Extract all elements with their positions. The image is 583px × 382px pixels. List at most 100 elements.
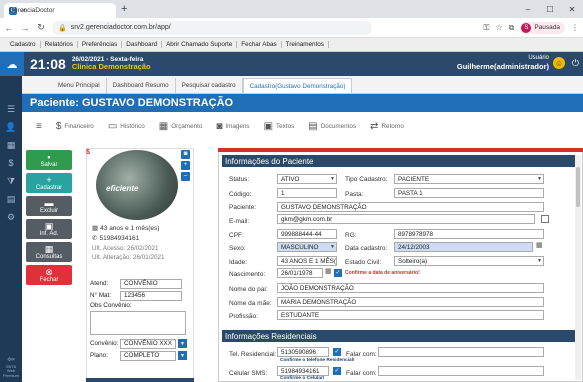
delete-button[interactable]: ▬ Excluir <box>26 196 72 216</box>
sidebar-user-icon[interactable]: 👤 <box>0 118 22 136</box>
user-name[interactable]: Guilherme(administrador) <box>457 62 549 71</box>
new-tab-button[interactable]: + <box>121 3 127 15</box>
sidebar-chart-icon[interactable]: ▤ <box>0 190 22 208</box>
sex-dropdown-icon[interactable]: ▼ <box>330 244 335 250</box>
browser-tab[interactable]: G GerenciaDoctor ✕ <box>4 3 116 18</box>
tab-menu-principal[interactable]: Menu Principal <box>52 78 107 93</box>
maximize-icon[interactable]: ☐ <box>539 0 561 18</box>
toolbar-retorno[interactable]: ⇄ Retorno <box>370 121 404 132</box>
window-controls: – ☐ ✕ <box>517 0 583 18</box>
birth-confirm-checkbox[interactable]: ✓ <box>334 269 342 277</box>
tab-cadastro-paciente[interactable]: Cadastro(Gustavo Demonstração) <box>242 78 353 93</box>
talk2-input[interactable] <box>378 366 544 376</box>
action-buttons: ▪ Salvar + Cadastrar ▬ Excluir ▣ Inf. Ad. ▦ C… <box>24 150 82 288</box>
forward-icon[interactable]: → <box>20 23 30 33</box>
menu-treinamentos[interactable]: Treinamentos <box>282 41 329 48</box>
camera-icon: ◙ <box>216 120 223 132</box>
sidebar-finance-icon[interactable]: $ <box>0 154 22 172</box>
age-input[interactable]: 43 ANOS E 1 MÊS(ES) <box>277 256 337 266</box>
new-button[interactable]: + Cadastrar <box>26 173 72 193</box>
mother-input[interactable]: MARIA DEMONSTRAÇÃO <box>277 297 544 307</box>
menu-cadastro[interactable]: Cadastro <box>6 41 41 48</box>
sex-select[interactable]: MASCULINO <box>277 242 337 252</box>
folder-input[interactable]: PASTA 1 <box>394 188 544 198</box>
cpf-input[interactable]: 999888444-44 <box>277 229 337 239</box>
add-photo-icon[interactable]: + <box>181 161 190 170</box>
birth-input[interactable]: 26/01/1978 <box>277 268 323 278</box>
save-button[interactable]: ▪ Salvar <box>26 150 72 170</box>
toolbar-imagens[interactable]: ◙ Imagens <box>216 121 249 132</box>
number-input[interactable]: 123456 <box>120 290 182 301</box>
debt-dollar-icon[interactable]: $ <box>86 149 90 156</box>
patient-photo[interactable]: eficiente <box>96 150 178 220</box>
window-close-icon[interactable]: ✕ <box>561 0 583 18</box>
star-icon[interactable]: ☆ <box>495 23 502 32</box>
scrollbar-thumb[interactable] <box>576 167 580 207</box>
job-input[interactable]: ESTUDANTE <box>277 310 544 320</box>
menu-dashboard[interactable]: Dashboard <box>122 41 163 48</box>
plan-select[interactable]: COMPLETO <box>120 350 176 361</box>
cell-input[interactable]: 51984934161 <box>277 366 329 376</box>
menu-preferencias[interactable]: Preferências <box>78 41 123 48</box>
code-input[interactable]: 1 <box>277 188 337 198</box>
toolbar-historico[interactable]: ▭ Histórico <box>108 121 145 132</box>
consults-button[interactable]: ▦ Consultas <box>26 242 72 262</box>
cloud-icon[interactable]: ☁ <box>0 52 24 76</box>
tel-confirm-checkbox[interactable]: ✓ <box>333 348 341 356</box>
regdate-calendar-icon[interactable]: ▦ <box>536 241 543 249</box>
menu-relatorios[interactable]: Relatórios <box>41 41 78 48</box>
cell-confirm-checkbox[interactable]: ✓ <box>333 367 341 375</box>
tab-dashboard-resumo[interactable]: Dashboard Resumo <box>107 78 176 93</box>
attendant-select[interactable]: CONVÊNIO <box>120 278 182 289</box>
calendar-icon: ▦ <box>44 243 54 254</box>
profile-status: Pausada <box>534 24 560 31</box>
sidebar-calendar-icon[interactable]: ▦ <box>0 136 22 154</box>
toolbar-financeiro[interactable]: $ Financeiro <box>56 121 94 132</box>
talk-input[interactable] <box>378 347 544 357</box>
toolbar-textos[interactable]: ▣ Textos <box>264 121 295 132</box>
insurance-dropdown-icon[interactable]: ▼ <box>178 339 187 348</box>
key-icon[interactable]: ⚿ <box>483 23 489 33</box>
toolbar-orcamento[interactable]: ▦ Orçamento <box>159 121 203 132</box>
rg-input[interactable]: 8978978978 <box>394 229 544 239</box>
logout-icon[interactable]: ⏻ <box>572 58 579 69</box>
browser-menu-icon[interactable]: ⋮ <box>571 23 579 32</box>
type-select[interactable]: PACIENTE <box>394 174 544 184</box>
url-field[interactable]: 🔒 srv2.gerenciadoctor.com.br/app/ <box>52 20 372 35</box>
extensions-icon[interactable]: ⧉ <box>509 23 515 33</box>
plan-dropdown-icon[interactable]: ▼ <box>178 351 187 360</box>
type-dropdown-icon[interactable]: ▼ <box>537 176 542 182</box>
tel-input[interactable]: 5130590896 <box>277 347 329 357</box>
insurance-select[interactable]: CONVÊNIO XXX <box>120 338 176 349</box>
father-input[interactable]: JOÃO DEMONSTRAÇÃO <box>277 283 544 293</box>
tab-pesquisar-cadastro[interactable]: Pesquisar cadastro <box>176 78 243 93</box>
close-button[interactable]: ⊗ Fechar <box>26 265 72 285</box>
back-icon[interactable]: ← <box>4 23 14 33</box>
form-scrollbar[interactable] <box>575 155 581 380</box>
smiley-icon[interactable]: ☺ <box>553 57 565 69</box>
email-checkbox[interactable] <box>541 215 549 223</box>
info-button[interactable]: ▣ Inf. Ad. <box>26 219 72 239</box>
obs-textarea[interactable] <box>90 311 186 335</box>
email-input[interactable]: gkm@gkm.com.br <box>277 214 535 224</box>
regdate-input[interactable]: 24/12/2003 <box>394 242 533 252</box>
toolbar-documentos[interactable]: ▤ Documentos <box>308 121 356 132</box>
civil-select[interactable]: Solteiro(a) <box>394 256 544 266</box>
menu-abrir-chamado[interactable]: Abrir Chamado Suporte <box>162 41 238 48</box>
camera-icon[interactable]: ◙ <box>181 150 190 159</box>
profile-button[interactable]: S Pausada <box>520 21 565 34</box>
menu-fechar-abas[interactable]: Fechar Abas <box>237 41 282 48</box>
sidebar-filter-icon[interactable]: ⧩ <box>0 172 22 190</box>
sidebar-menu-icon[interactable]: ☰ <box>0 100 22 118</box>
birth-calendar-icon[interactable]: ▦ <box>325 267 332 275</box>
remove-photo-icon[interactable]: – <box>181 172 190 181</box>
civil-dropdown-icon[interactable]: ▼ <box>537 258 542 264</box>
minimize-icon[interactable]: – <box>517 0 539 18</box>
status-dropdown-icon[interactable]: ▼ <box>330 176 335 182</box>
reload-icon[interactable]: ↻ <box>36 22 46 33</box>
status-select[interactable]: ATIVO <box>277 174 337 184</box>
patient-name-input[interactable]: GUSTAVO DEMONSTRAÇÃO <box>277 202 544 212</box>
toolbar-menu-icon[interactable]: ≡ <box>36 121 42 132</box>
rg-label: RG: <box>345 232 357 239</box>
sidebar-gear-icon[interactable]: ⚙ <box>0 208 22 226</box>
